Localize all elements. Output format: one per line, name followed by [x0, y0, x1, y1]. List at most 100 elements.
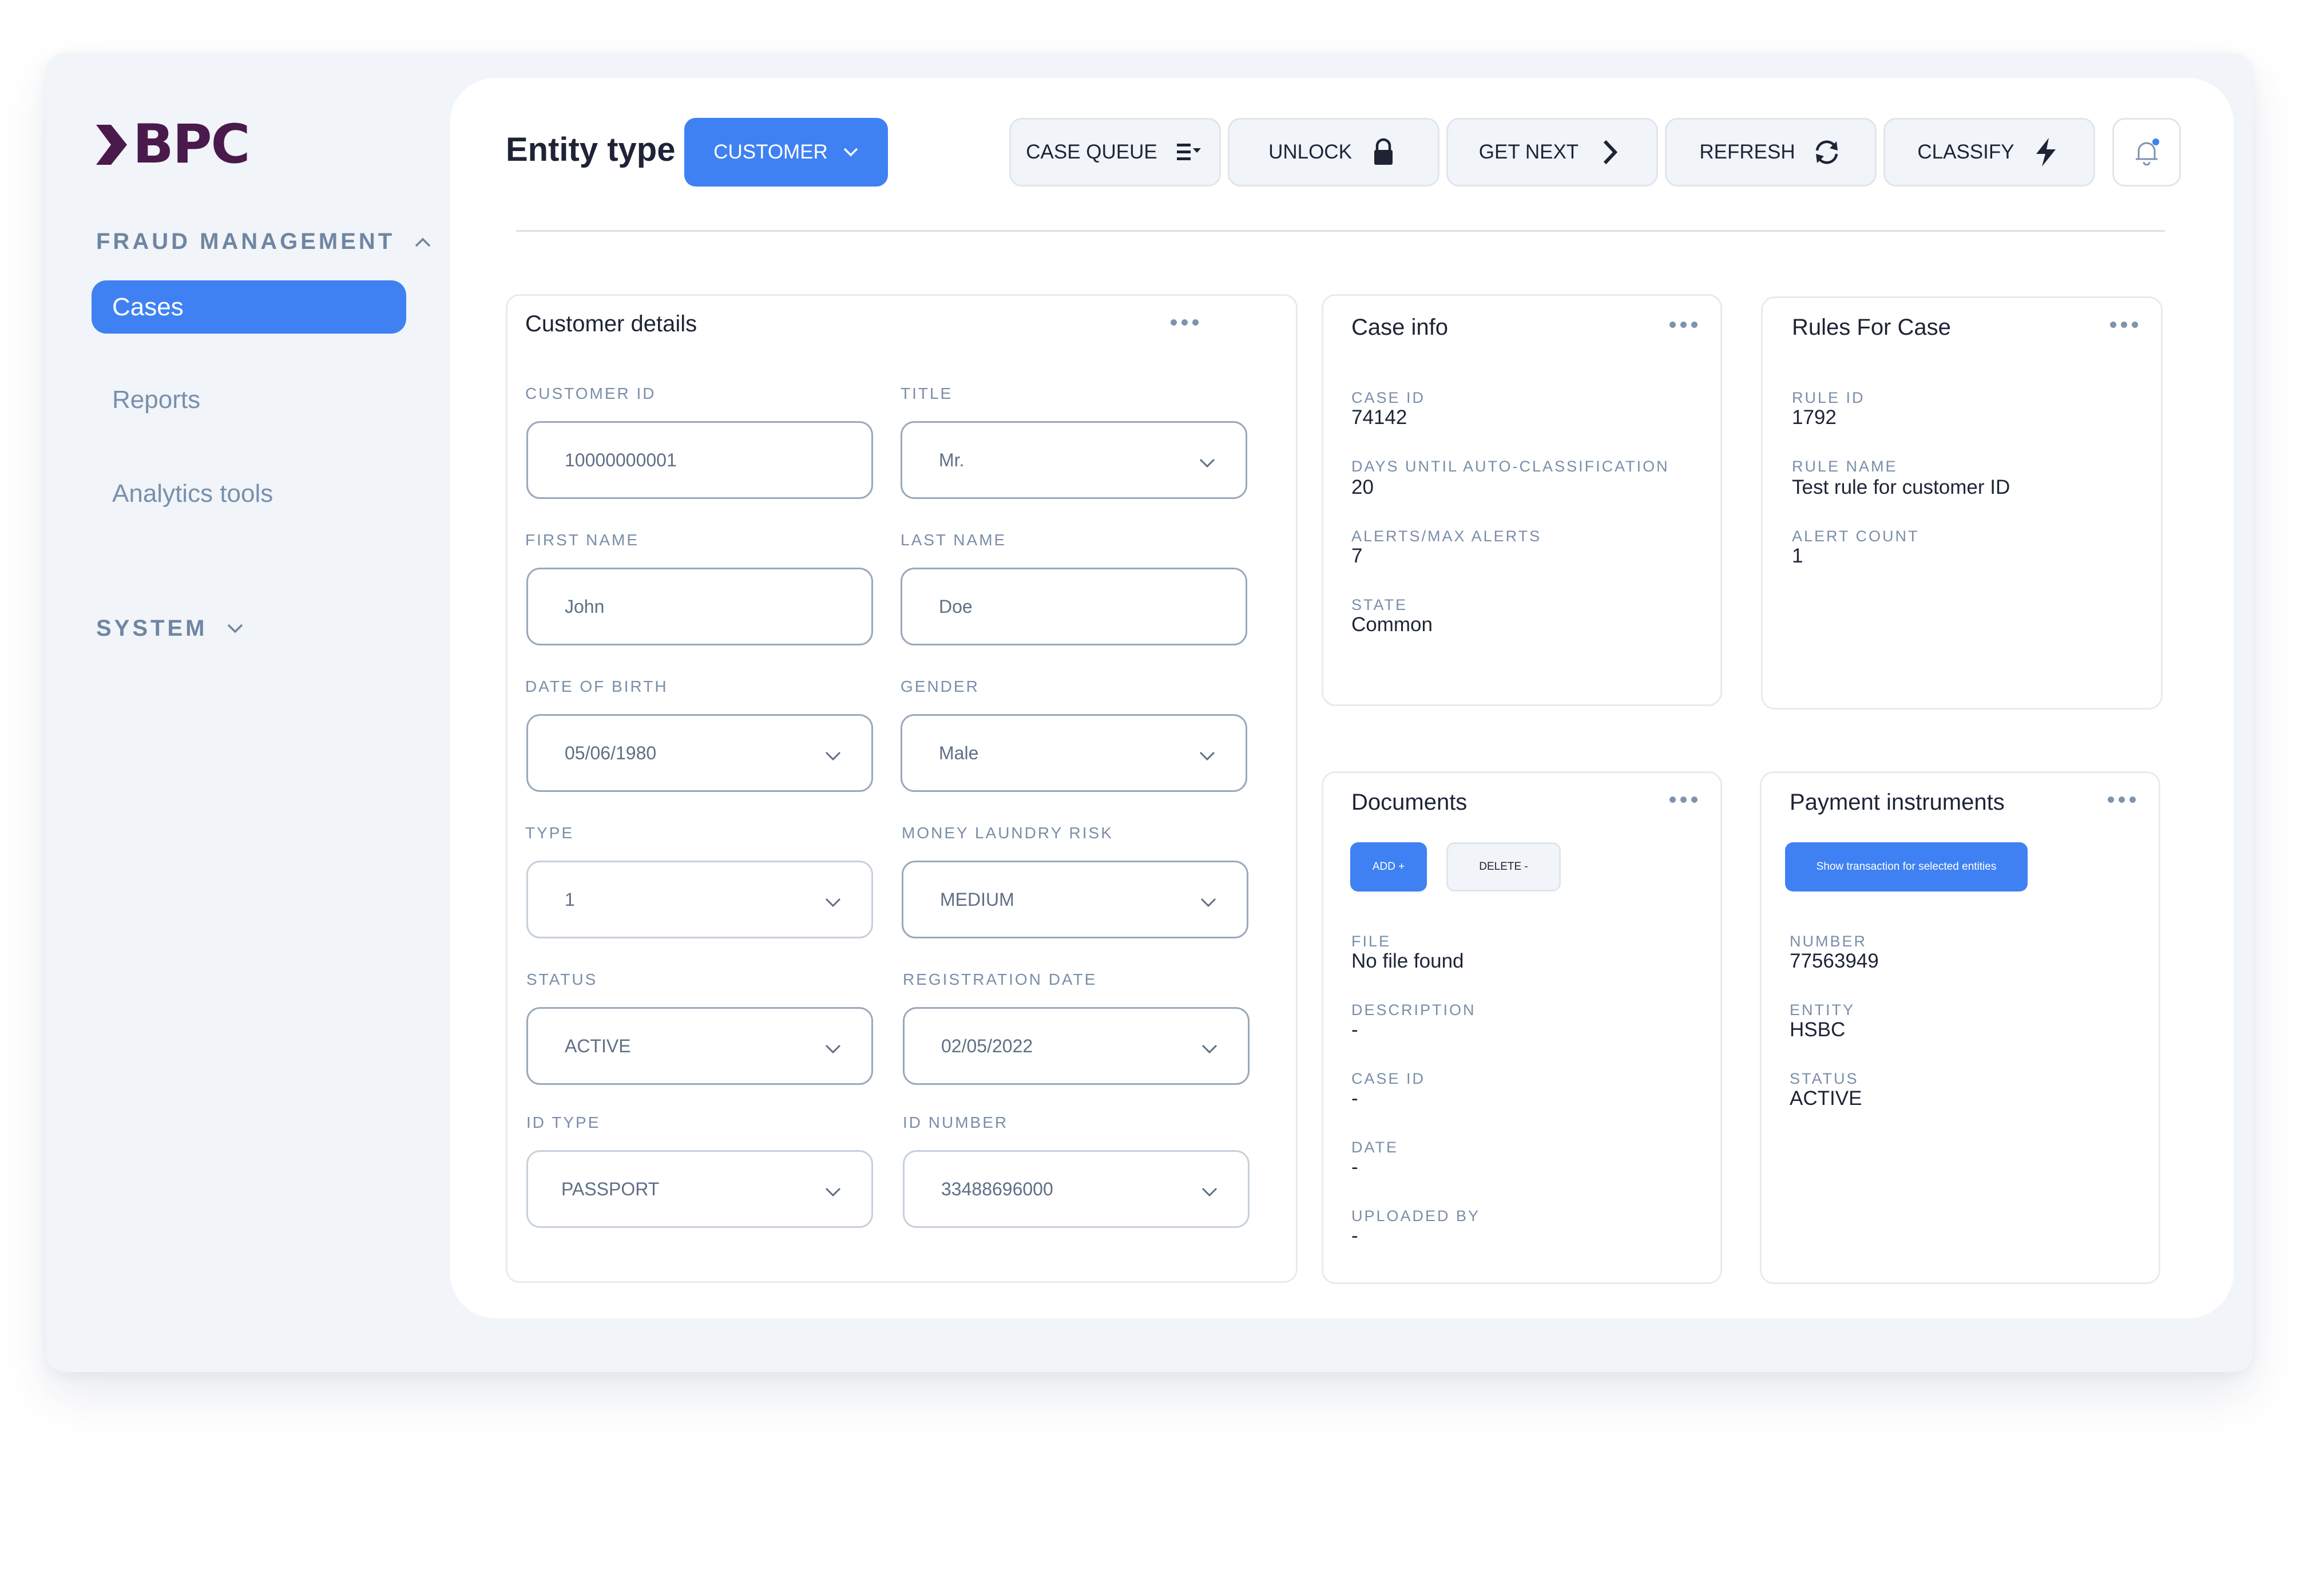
button-label: CASE QUEUE	[1026, 141, 1157, 163]
lightning-icon	[2036, 138, 2056, 167]
id-type-select[interactable]: PASSPORT	[526, 1150, 873, 1228]
file-label: FILE	[1351, 933, 1391, 950]
days-until-label: DAYS UNTIL AUTO-CLASSIFICATION	[1351, 458, 1669, 475]
field-value: PASSPORT	[561, 1178, 660, 1199]
chevron-down-icon	[228, 624, 243, 633]
sidebar-item-label: Cases	[112, 292, 184, 321]
chevron-up-icon	[415, 237, 431, 247]
button-label: DELETE -	[1479, 861, 1528, 873]
button-label: GET NEXT	[1478, 141, 1579, 163]
title-select[interactable]: Mr.	[901, 421, 1247, 499]
sidebar-item-reports[interactable]: Reports	[112, 386, 200, 414]
get-next-button[interactable]: GET NEXT	[1446, 118, 1658, 187]
date-of-birth-select[interactable]: 05/06/1980	[526, 714, 873, 792]
more-dots-icon[interactable]	[1669, 797, 1698, 803]
doc-case-id-label: CASE ID	[1351, 1070, 1426, 1087]
delete-document-button[interactable]: DELETE -	[1446, 842, 1561, 891]
chevron-down-icon	[1199, 458, 1215, 468]
first-name-input[interactable]: John	[526, 568, 873, 645]
more-dots-icon[interactable]	[2110, 322, 2138, 328]
date-label: DATE	[1351, 1139, 1399, 1156]
field-value: 1	[565, 889, 575, 910]
field-value: 10000000001	[565, 449, 677, 470]
registration-date-select[interactable]: 02/05/2022	[903, 1007, 1250, 1085]
description-label: DESCRIPTION	[1351, 1001, 1476, 1019]
classify-button[interactable]: CLASSIFY	[1883, 118, 2095, 187]
status-select[interactable]: ACTIVE	[526, 1007, 873, 1085]
more-dots-icon[interactable]	[1669, 322, 1698, 328]
money-laundry-risk-select[interactable]: MEDIUM	[902, 861, 1248, 938]
sidebar-item-cases[interactable]: Cases	[92, 280, 406, 334]
entity-type-dropdown[interactable]: CUSTOMER	[684, 118, 888, 187]
add-document-button[interactable]: ADD +	[1350, 842, 1427, 891]
refresh-icon	[1815, 140, 1838, 164]
list-filter-icon	[1176, 144, 1201, 160]
entity-type-value: CUSTOMER	[713, 141, 828, 163]
type-label: TYPE	[525, 824, 574, 842]
unlock-button[interactable]: UNLOCK	[1228, 118, 1439, 187]
case-id-label: CASE ID	[1351, 389, 1426, 406]
file-value: No file found	[1351, 950, 1464, 972]
last-name-input[interactable]: Doe	[901, 568, 1247, 645]
more-dots-icon[interactable]	[1171, 319, 1199, 326]
rule-id-value: 1792	[1792, 406, 1837, 429]
button-label: UNLOCK	[1268, 141, 1352, 163]
id-number-select[interactable]: 33488696000	[903, 1150, 1250, 1228]
entity-label: ENTITY	[1790, 1001, 1855, 1019]
date-of-birth-label: DATE OF BIRTH	[525, 677, 668, 695]
field-value: 02/05/2022	[941, 1035, 1033, 1056]
uploaded-by-label: UPLOADED BY	[1351, 1207, 1481, 1225]
status-label: STATUS	[526, 970, 598, 988]
customer-id-label: CUSTOMER ID	[525, 385, 656, 402]
case-queue-button[interactable]: CASE QUEUE	[1009, 118, 1221, 187]
alert-count-value: 1	[1792, 545, 1803, 567]
chevron-down-icon	[1200, 898, 1216, 908]
customer-id-input[interactable]: 10000000001	[526, 421, 873, 499]
documents-title: Documents	[1351, 790, 1468, 815]
field-value: Doe	[939, 596, 973, 617]
field-value: ACTIVE	[565, 1035, 631, 1056]
date-value: -	[1351, 1156, 1358, 1178]
refresh-button[interactable]: REFRESH	[1665, 118, 1877, 187]
title-label: TITLE	[901, 385, 953, 402]
field-value: 33488696000	[941, 1178, 1053, 1199]
rule-id-label: RULE ID	[1792, 389, 1865, 406]
alert-count-label: ALERT COUNT	[1792, 528, 1920, 545]
entity-type-label: Entity type	[506, 131, 676, 168]
system-section[interactable]: SYSTEM	[96, 616, 244, 641]
field-value: 05/06/1980	[565, 742, 657, 763]
money-laundry-risk-label: MONEY LAUNDRY RISK	[902, 824, 1113, 842]
lock-icon	[1374, 138, 1393, 165]
notifications-button[interactable]	[2112, 118, 2181, 187]
payment-status-label: STATUS	[1790, 1070, 1859, 1087]
button-label: CLASSIFY	[1917, 141, 2014, 163]
uploaded-by-value: -	[1351, 1225, 1358, 1247]
more-dots-icon[interactable]	[2108, 797, 2136, 803]
alerts-label: ALERTS/MAX ALERTS	[1351, 528, 1542, 545]
button-label: Show transaction for selected entities	[1816, 861, 1997, 873]
case-info-title: Case info	[1351, 315, 1448, 340]
number-label: NUMBER	[1790, 933, 1867, 950]
rules-for-case-card	[1761, 296, 2163, 710]
gender-select[interactable]: Male	[901, 714, 1247, 792]
chevron-down-icon	[1201, 1187, 1217, 1197]
sidebar-item-analytics-tools[interactable]: Analytics tools	[112, 480, 273, 508]
chevron-down-icon	[825, 1044, 841, 1054]
field-value: Mr.	[939, 449, 965, 470]
number-value: 77563949	[1790, 950, 1879, 972]
bell-icon	[2136, 138, 2159, 166]
show-transactions-button[interactable]: Show transaction for selected entities	[1785, 842, 2028, 891]
logo-text: BPC	[133, 113, 251, 176]
type-select[interactable]: 1	[526, 861, 873, 938]
button-label: REFRESH	[1699, 141, 1795, 163]
rule-name-label: RULE NAME	[1792, 458, 1898, 475]
chevron-down-icon	[825, 898, 841, 908]
chevron-down-icon	[1199, 751, 1215, 761]
field-value: Male	[939, 742, 979, 763]
header-divider	[516, 230, 2165, 232]
entity-value: HSBC	[1790, 1019, 1846, 1041]
description-value: -	[1351, 1019, 1358, 1041]
chevron-down-icon	[1201, 1044, 1217, 1054]
fraud-management-section[interactable]: FRAUD MANAGEMENT	[96, 229, 431, 255]
state-label: STATE	[1351, 596, 1408, 613]
